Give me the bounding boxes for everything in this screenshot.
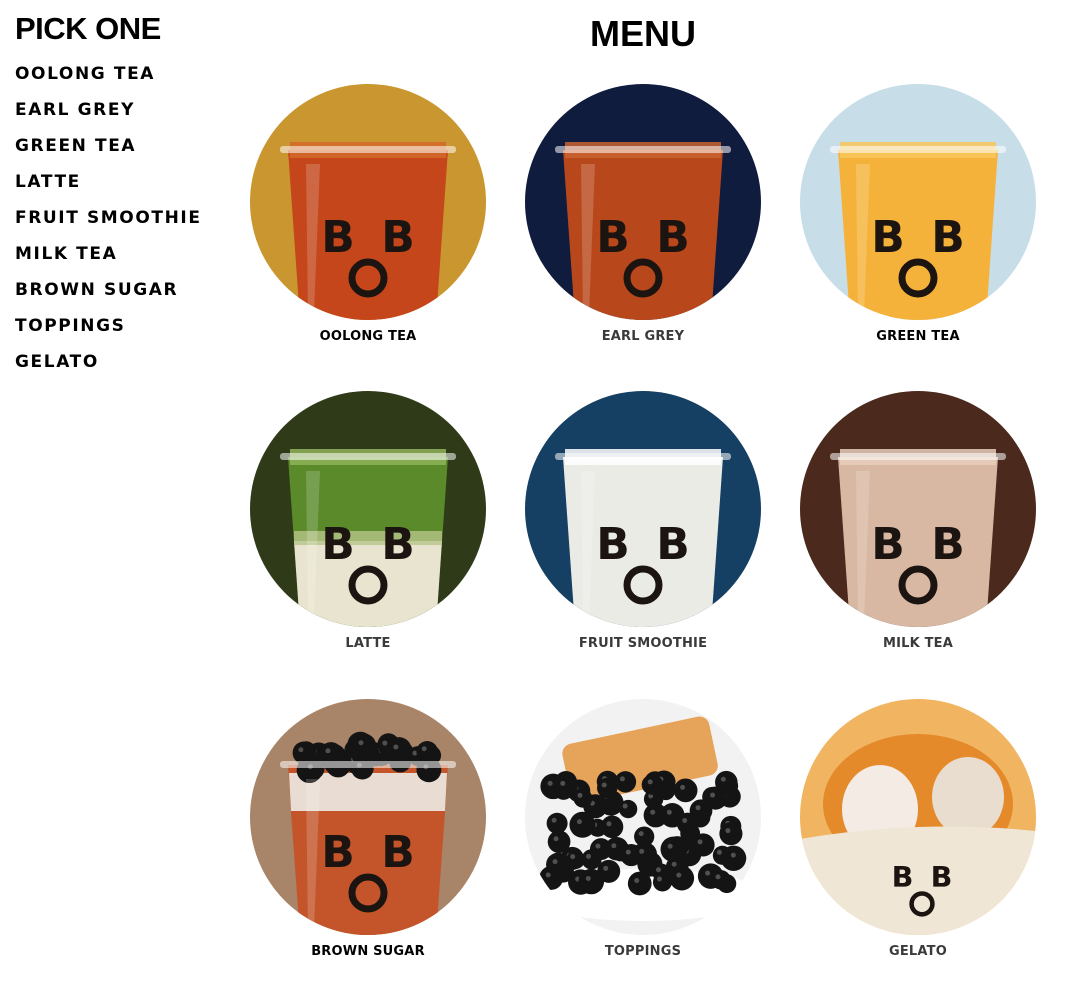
- sidebar-title: PICK ONE: [15, 11, 161, 46]
- sidebar-item-latte[interactable]: LATTE: [15, 164, 235, 200]
- menu-card-milk-tea[interactable]: BB MILK TEA: [798, 391, 1038, 651]
- menu-card-toppings[interactable]: TOPPINGS: [523, 699, 763, 959]
- brown-sugar-image: BB: [250, 699, 486, 935]
- menu-title: MENU: [590, 13, 696, 54]
- toppings-image: [525, 699, 761, 935]
- svg-text:B: B: [321, 827, 355, 878]
- sidebar-item-oolong-tea[interactable]: OOLONG TEA: [15, 56, 235, 92]
- sidebar-item-earl-grey[interactable]: EARL GREY: [15, 92, 235, 128]
- menu-card-label: GELATO: [888, 944, 947, 959]
- menu-card-green-tea[interactable]: BB GREEN TEA: [798, 84, 1038, 344]
- sidebar-item-milk-tea[interactable]: MILK TEA: [15, 236, 235, 272]
- svg-text:B: B: [892, 860, 914, 894]
- menu-card-label: GREEN TEA: [876, 329, 960, 344]
- earl-grey-image: BB: [525, 84, 761, 320]
- menu-card-label: OOLONG TEA: [319, 329, 417, 344]
- svg-text:B: B: [931, 212, 965, 263]
- menu-card-fruit-smoothie[interactable]: BB FRUIT SMOOTHIE: [523, 391, 763, 651]
- gelato-image: BB: [800, 699, 1036, 935]
- svg-text:B: B: [931, 860, 953, 894]
- menu-card-label: BROWN SUGAR: [311, 944, 425, 959]
- oolong-tea-image: BB: [250, 84, 486, 320]
- svg-text:B: B: [871, 212, 905, 263]
- sidebar: PICK ONE OOLONG TEA EARL GREY GREEN TEA …: [15, 12, 235, 380]
- svg-text:B: B: [656, 212, 690, 263]
- menu-card-oolong-tea[interactable]: BB OOLONG TEA: [248, 84, 488, 344]
- menu-card-gelato[interactable]: BB GELATO: [798, 699, 1038, 959]
- menu-card-latte[interactable]: BB LATTE: [248, 391, 488, 651]
- sidebar-nav: OOLONG TEA EARL GREY GREEN TEA LATTE FRU…: [15, 56, 235, 380]
- latte-image: BB: [250, 391, 486, 627]
- menu-card-earl-grey[interactable]: BB EARL GREY: [523, 84, 763, 344]
- sidebar-item-gelato[interactable]: GELATO: [15, 344, 235, 380]
- menu-card-label: EARL GREY: [601, 329, 685, 344]
- svg-text:B: B: [381, 212, 415, 263]
- svg-text:B: B: [321, 519, 355, 570]
- menu-card-label: MILK TEA: [882, 636, 954, 651]
- svg-text:B: B: [321, 212, 355, 263]
- green-tea-image: BB: [800, 84, 1036, 320]
- svg-text:B: B: [596, 212, 630, 263]
- menu-card-label: FRUIT SMOOTHIE: [578, 636, 708, 651]
- svg-text:B: B: [871, 519, 905, 570]
- svg-text:B: B: [381, 519, 415, 570]
- svg-text:B: B: [931, 519, 965, 570]
- sidebar-item-brown-sugar[interactable]: BROWN SUGAR: [15, 272, 235, 308]
- sidebar-item-green-tea[interactable]: GREEN TEA: [15, 128, 235, 164]
- svg-text:B: B: [596, 519, 630, 570]
- svg-text:B: B: [381, 827, 415, 878]
- menu-card-brown-sugar[interactable]: BB BROWN SUGAR: [248, 699, 488, 959]
- svg-text:B: B: [656, 519, 690, 570]
- fruit-smoothie-image: BB: [525, 391, 761, 627]
- menu-card-label: LATTE: [345, 636, 391, 651]
- sidebar-item-toppings[interactable]: TOPPINGS: [15, 308, 235, 344]
- milk-tea-image: BB: [800, 391, 1036, 627]
- sidebar-item-fruit-smoothie[interactable]: FRUIT SMOOTHIE: [15, 200, 235, 236]
- menu-card-label: TOPPINGS: [604, 944, 682, 959]
